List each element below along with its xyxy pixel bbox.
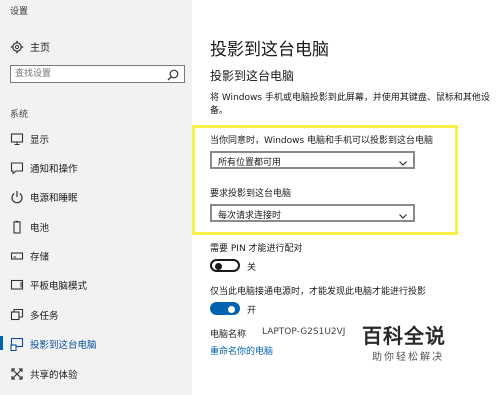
- sidebar-item-battery[interactable]: 电池: [0, 216, 192, 236]
- section-label-system: 系统: [10, 110, 29, 120]
- availability-dropdown[interactable]: 所有位置都可用: [210, 151, 415, 169]
- pin-toggle-state: 关: [247, 263, 257, 273]
- sidebar-item-label: 共享的体验: [30, 370, 78, 381]
- monitor-icon: [10, 131, 24, 145]
- toggle-knob: [215, 262, 222, 270]
- storage-icon: [10, 248, 24, 262]
- gear-icon: [10, 39, 24, 54]
- description-text: 将 Windows 手机或电脑投影到此屏幕，并使用其键盘、鼠标和其他设备。: [210, 93, 490, 116]
- power-icon: [10, 189, 24, 204]
- rename-pc-link[interactable]: 重命名你的电脑: [210, 344, 273, 357]
- main-content: 投影到这台电脑 投影到这台电脑 将 Windows 手机或电脑投影到此屏幕，并使…: [192, 0, 500, 395]
- sidebar-item-label: 多任务: [30, 311, 59, 322]
- chevron-down-icon: [397, 207, 409, 219]
- dropdown-value: 所有位置都可用: [218, 158, 282, 168]
- project-icon: [10, 336, 24, 352]
- toggle-knob: [228, 305, 235, 313]
- sidebar-item-display[interactable]: 显示: [0, 128, 192, 148]
- watermark-slogan: 助你轻松解决: [372, 352, 444, 363]
- search-box[interactable]: [10, 65, 185, 83]
- sidebar-item-multitasking[interactable]: 多任务: [0, 304, 192, 324]
- sidebar-item-label: 通知和操作: [30, 164, 78, 175]
- request-dropdown[interactable]: 每次请求连接时: [210, 204, 415, 222]
- sidebar-item-shared-experiences[interactable]: 共享的体验: [0, 363, 192, 383]
- pc-name-value: LAPTOP-G2S1U2VJ: [262, 327, 346, 337]
- notification-icon: [10, 160, 24, 175]
- pin-toggle[interactable]: [210, 259, 240, 272]
- share-icon: [10, 366, 24, 380]
- sidebar-item-power[interactable]: 电源和睡眠: [0, 186, 192, 206]
- power-toggle-state: 开: [247, 306, 257, 316]
- home-label: 主页: [30, 43, 50, 54]
- sidebar-item-label: 平板电脑模式: [30, 281, 88, 292]
- pc-name-row: 电脑名称 LAPTOP-G2S1U2VJ: [210, 327, 345, 340]
- sidebar-item-project-to-pc[interactable]: 投影到这台电脑: [0, 333, 192, 353]
- sidebar-item-label: 显示: [30, 135, 50, 146]
- sidebar-item-label: 投影到这台电脑: [30, 340, 97, 351]
- pin-label: 需要 PIN 才能进行配对: [210, 244, 303, 254]
- app-title: 设置: [10, 7, 29, 17]
- sidebar-item-label: 电源和睡眠: [30, 193, 78, 204]
- active-indicator: [0, 336, 3, 350]
- sidebar-item-tablet-mode[interactable]: 平板电脑模式: [0, 274, 192, 294]
- setting1-label: 当你同意时，Windows 电脑和手机可以投影到这台电脑: [210, 136, 434, 146]
- watermark-logo-text: 百科全说: [362, 324, 446, 348]
- chevron-down-icon: [397, 154, 409, 166]
- power-toggle[interactable]: [210, 302, 240, 315]
- battery-icon: [10, 219, 24, 234]
- sidebar-item-label: 电池: [30, 223, 50, 234]
- dropdown-value: 每次请求连接时: [218, 211, 282, 221]
- section-title: 投影到这台电脑: [210, 69, 295, 83]
- search-icon[interactable]: [166, 67, 180, 81]
- sidebar: 设置 主页 系统 显示 通知和操作 电源和睡眠 电池 存储 平板电脑模式: [0, 0, 192, 395]
- setting2-label: 要求投影到这台电脑: [210, 189, 292, 199]
- sidebar-item-notifications[interactable]: 通知和操作: [0, 157, 192, 177]
- pc-name-label: 电脑名称: [210, 330, 247, 340]
- multitask-icon: [10, 307, 24, 321]
- sidebar-item-storage[interactable]: 存储: [0, 245, 192, 265]
- page-title: 投影到这台电脑: [210, 40, 329, 60]
- tablet-icon: [10, 277, 24, 291]
- search-input[interactable]: [15, 67, 165, 81]
- sidebar-item-label: 存储: [30, 252, 50, 263]
- power-label: 仅当此电脑接通电源时，才能发现此电脑才能进行投影: [210, 287, 427, 297]
